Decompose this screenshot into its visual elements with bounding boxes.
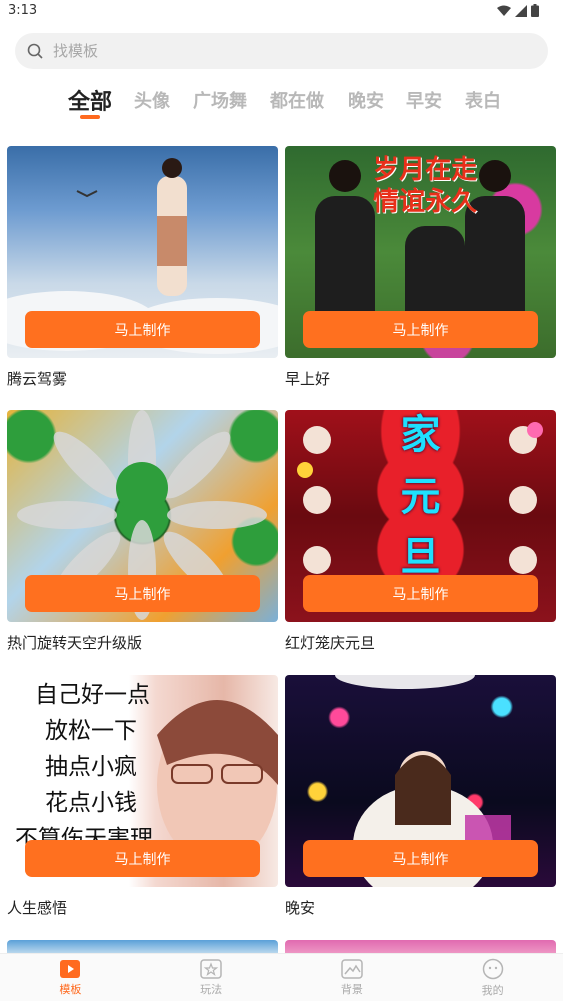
wifi-icon (497, 5, 511, 16)
signal-icon (515, 4, 527, 17)
nav-templates[interactable]: 模板 (0, 954, 141, 1001)
tab-square-dance[interactable]: 广场舞 (193, 87, 247, 113)
template-title: 红灯笼庆元旦 (285, 634, 376, 652)
tab-all[interactable]: 全部 (68, 84, 112, 116)
tab-confession[interactable]: 表白 (465, 87, 501, 113)
template-card[interactable]: 马上制作 腾云驾雾 (7, 146, 278, 388)
make-button[interactable]: 马上制作 (25, 311, 260, 348)
poem-text: 自己好一点 放松一下 抽点小疯 花点小钱 不算伤天害理 (15, 677, 153, 857)
template-thumbnail[interactable]: 自己好一点 放松一下 抽点小疯 花点小钱 不算伤天害理 马上制作 (7, 675, 278, 887)
make-button[interactable]: 马上制作 (303, 575, 538, 612)
play-icon (60, 959, 81, 978)
overlay-line: 情谊永久 (373, 187, 478, 217)
template-card[interactable]: 马上制作 晚安 (285, 675, 556, 917)
nav-label: 背景 (340, 982, 363, 996)
nav-label: 玩法 (200, 982, 223, 996)
nav-label: 模板 (59, 982, 82, 996)
template-card[interactable]: 岁月在走 情谊永久 马上制作 早上好 (285, 146, 556, 388)
overlay-line: 岁月在走 (373, 155, 478, 185)
tab-avatar[interactable]: 头像 (134, 87, 170, 113)
make-button[interactable]: 马上制作 (25, 840, 260, 877)
tab-good-morning[interactable]: 早安 (406, 87, 442, 113)
overlay-caption: 岁月在走 情谊永久 (373, 154, 477, 218)
template-thumbnail[interactable]: 家 元 旦 马上制作 (285, 410, 556, 622)
make-button[interactable]: 马上制作 (303, 311, 538, 348)
face-icon (482, 958, 503, 979)
image-icon (341, 958, 363, 979)
template-title: 热门旋转天空升级版 (7, 634, 143, 652)
lantern-char: 旦 (400, 533, 441, 580)
status-icons (497, 4, 539, 17)
template-thumbnail[interactable]: 岁月在走 情谊永久 马上制作 (285, 146, 556, 358)
poem-line: 抽点小疯 (45, 754, 137, 780)
template-title: 人生感悟 (7, 899, 68, 917)
battery-icon (531, 4, 539, 17)
make-button[interactable]: 马上制作 (303, 840, 538, 877)
template-thumbnail[interactable]: 马上制作 (7, 146, 278, 358)
lantern-char: 元 (400, 473, 441, 520)
template-card[interactable]: 马上制作 热门旋转天空升级版 (7, 410, 278, 652)
bottom-nav: 模板 玩法 背景 我的 (0, 953, 563, 1001)
search-input[interactable] (53, 42, 453, 60)
tab-good-night[interactable]: 晚安 (348, 87, 384, 113)
tab-indicator (80, 115, 100, 119)
template-card[interactable]: 家 元 旦 马上制作 红灯笼庆元旦 (285, 410, 556, 652)
template-card[interactable]: 自己好一点 放松一下 抽点小疯 花点小钱 不算伤天害理 马上制作 人生感悟 (7, 675, 278, 917)
nav-gameplay[interactable]: 玩法 (141, 954, 282, 1001)
tab-trending[interactable]: 都在做 (270, 87, 324, 113)
template-title: 腾云驾雾 (7, 370, 68, 388)
template-title: 早上好 (285, 370, 331, 388)
poem-line: 花点小钱 (45, 790, 137, 816)
lantern-char: 家 (400, 411, 441, 458)
star-icon (200, 958, 222, 979)
poem-line: 放松一下 (45, 718, 137, 744)
search-bar[interactable] (15, 33, 548, 69)
status-time: 3:13 (8, 3, 38, 18)
template-title: 晚安 (285, 899, 316, 917)
search-icon (27, 43, 43, 59)
make-button[interactable]: 马上制作 (25, 575, 260, 612)
status-bar: 3:13 (0, 0, 563, 24)
nav-mine[interactable]: 我的 (422, 954, 563, 1001)
template-thumbnail[interactable]: 马上制作 (285, 675, 556, 887)
poem-line: 自己好一点 (35, 682, 150, 708)
template-thumbnail[interactable]: 马上制作 (7, 410, 278, 622)
nav-background[interactable]: 背景 (282, 954, 423, 1001)
nav-label: 我的 (481, 983, 504, 997)
